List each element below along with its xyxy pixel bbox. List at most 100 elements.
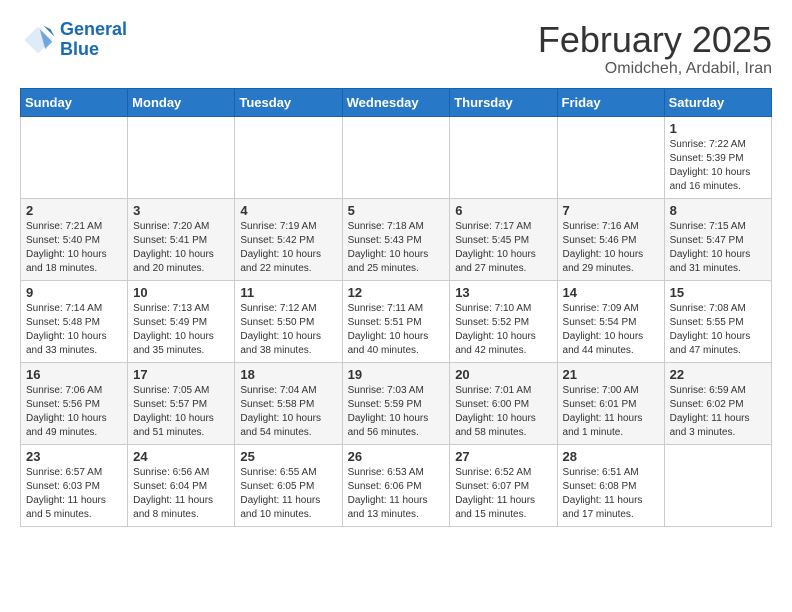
day-number: 1 [670,121,766,136]
day-number: 22 [670,367,766,382]
day-number: 27 [455,449,551,464]
day-number: 13 [455,285,551,300]
calendar-cell: 8 Sunrise: 7:15 AM Sunset: 5:47 PM Daylig… [664,198,771,280]
month-title: February 2025 [538,20,772,60]
day-number: 11 [240,285,336,300]
calendar-cell: 28 Sunrise: 6:51 AM Sunset: 6:08 PM Dayli… [557,444,664,526]
calendar-cell: 10Sunrise: 7:13 AM Sunset: 5:49 PM Dayli… [128,280,235,362]
calendar-cell: 6 Sunrise: 7:17 AM Sunset: 5:45 PM Daylig… [450,198,557,280]
day-info: Sunrise: 7:04 AM Sunset: 5:58 PM Dayligh… [240,384,336,440]
calendar-cell: 18 Sunrise: 7:04 AM Sunset: 5:58 PM Dayli… [235,362,342,444]
calendar-cell: 3 Sunrise: 7:20 AM Sunset: 5:41 PM Daylig… [128,198,235,280]
day-info: Sunrise: 6:59 AM Sunset: 6:02 PM Dayligh… [670,384,766,440]
calendar-cell [342,116,450,198]
day-number: 14 [563,285,659,300]
calendar-cell: 9Sunrise: 7:14 AM Sunset: 5:48 PM Daylig… [21,280,128,362]
day-info: Sunrise: 6:56 AM Sunset: 6:04 PM Dayligh… [133,466,229,522]
day-number: 7 [563,203,659,218]
day-number: 17 [133,367,229,382]
calendar-cell [128,116,235,198]
calendar-cell: 26 Sunrise: 6:53 AM Sunset: 6:06 PM Dayli… [342,444,450,526]
day-number: 20 [455,367,551,382]
day-info: Sunrise: 7:11 AM Sunset: 5:51 PM Dayligh… [348,302,445,358]
day-number: 10 [133,285,229,300]
calendar-week-row: 16 Sunrise: 7:06 AM Sunset: 5:56 PM Dayli… [21,362,772,444]
calendar-cell: 20Sunrise: 7:01 AM Sunset: 6:00 PM Dayli… [450,362,557,444]
calendar-cell: 15Sunrise: 7:08 AM Sunset: 5:55 PM Dayli… [664,280,771,362]
calendar-cell: 25Sunrise: 6:55 AM Sunset: 6:05 PM Dayli… [235,444,342,526]
day-of-week-header: Thursday [450,88,557,116]
day-number: 15 [670,285,766,300]
day-info: Sunrise: 6:57 AM Sunset: 6:03 PM Dayligh… [26,466,122,522]
day-number: 5 [348,203,445,218]
day-info: Sunrise: 7:03 AM Sunset: 5:59 PM Dayligh… [348,384,445,440]
day-info: Sunrise: 6:52 AM Sunset: 6:07 PM Dayligh… [455,466,551,522]
calendar-week-row: 2 Sunrise: 7:21 AM Sunset: 5:40 PM Daylig… [21,198,772,280]
day-info: Sunrise: 7:10 AM Sunset: 5:52 PM Dayligh… [455,302,551,358]
calendar-cell [450,116,557,198]
calendar-cell: 23 Sunrise: 6:57 AM Sunset: 6:03 PM Dayli… [21,444,128,526]
calendar-cell: 16 Sunrise: 7:06 AM Sunset: 5:56 PM Dayli… [21,362,128,444]
calendar-cell: 1 Sunrise: 7:22 AM Sunset: 5:39 PM Daylig… [664,116,771,198]
calendar-cell: 11 Sunrise: 7:12 AM Sunset: 5:50 PM Dayli… [235,280,342,362]
calendar-cell: 19 Sunrise: 7:03 AM Sunset: 5:59 PM Dayli… [342,362,450,444]
day-info: Sunrise: 7:15 AM Sunset: 5:47 PM Dayligh… [670,220,766,276]
calendar-cell: 7 Sunrise: 7:16 AM Sunset: 5:46 PM Daylig… [557,198,664,280]
day-info: Sunrise: 6:55 AM Sunset: 6:05 PM Dayligh… [240,466,336,522]
day-number: 23 [26,449,122,464]
logo-icon [20,22,56,58]
day-of-week-header: Tuesday [235,88,342,116]
day-of-week-header: Wednesday [342,88,450,116]
day-info: Sunrise: 7:06 AM Sunset: 5:56 PM Dayligh… [26,384,122,440]
day-info: Sunrise: 7:16 AM Sunset: 5:46 PM Dayligh… [563,220,659,276]
calendar-week-row: 1 Sunrise: 7:22 AM Sunset: 5:39 PM Daylig… [21,116,772,198]
day-number: 2 [26,203,122,218]
day-number: 18 [240,367,336,382]
day-number: 28 [563,449,659,464]
calendar-cell: 17 Sunrise: 7:05 AM Sunset: 5:57 PM Dayli… [128,362,235,444]
calendar-cell: 12 Sunrise: 7:11 AM Sunset: 5:51 PM Dayli… [342,280,450,362]
calendar-cell: 2 Sunrise: 7:21 AM Sunset: 5:40 PM Daylig… [21,198,128,280]
calendar-week-row: 9Sunrise: 7:14 AM Sunset: 5:48 PM Daylig… [21,280,772,362]
day-info: Sunrise: 7:05 AM Sunset: 5:57 PM Dayligh… [133,384,229,440]
day-number: 8 [670,203,766,218]
calendar-cell: 27 Sunrise: 6:52 AM Sunset: 6:07 PM Dayli… [450,444,557,526]
calendar-cell: 14 Sunrise: 7:09 AM Sunset: 5:54 PM Dayli… [557,280,664,362]
calendar-cell: 22 Sunrise: 6:59 AM Sunset: 6:02 PM Dayli… [664,362,771,444]
calendar-cell [21,116,128,198]
logo-text: General Blue [60,20,127,60]
day-info: Sunrise: 7:21 AM Sunset: 5:40 PM Dayligh… [26,220,122,276]
day-of-week-header: Monday [128,88,235,116]
calendar-table: SundayMondayTuesdayWednesdayThursdayFrid… [20,88,772,527]
day-number: 3 [133,203,229,218]
day-info: Sunrise: 7:22 AM Sunset: 5:39 PM Dayligh… [670,138,766,194]
day-number: 6 [455,203,551,218]
day-number: 4 [240,203,336,218]
day-info: Sunrise: 6:53 AM Sunset: 6:06 PM Dayligh… [348,466,445,522]
calendar-cell: 21Sunrise: 7:00 AM Sunset: 6:01 PM Dayli… [557,362,664,444]
day-info: Sunrise: 7:14 AM Sunset: 5:48 PM Dayligh… [26,302,122,358]
location-subtitle: Omidcheh, Ardabil, Iran [538,60,772,78]
day-number: 21 [563,367,659,382]
calendar-week-row: 23 Sunrise: 6:57 AM Sunset: 6:03 PM Dayli… [21,444,772,526]
day-info: Sunrise: 7:12 AM Sunset: 5:50 PM Dayligh… [240,302,336,358]
day-info: Sunrise: 7:20 AM Sunset: 5:41 PM Dayligh… [133,220,229,276]
day-info: Sunrise: 7:17 AM Sunset: 5:45 PM Dayligh… [455,220,551,276]
day-info: Sunrise: 7:19 AM Sunset: 5:42 PM Dayligh… [240,220,336,276]
day-info: Sunrise: 7:18 AM Sunset: 5:43 PM Dayligh… [348,220,445,276]
day-number: 16 [26,367,122,382]
calendar-cell: 13 Sunrise: 7:10 AM Sunset: 5:52 PM Dayli… [450,280,557,362]
day-number: 24 [133,449,229,464]
day-number: 12 [348,285,445,300]
day-info: Sunrise: 6:51 AM Sunset: 6:08 PM Dayligh… [563,466,659,522]
calendar-cell [235,116,342,198]
calendar-cell [557,116,664,198]
day-number: 19 [348,367,445,382]
day-number: 26 [348,449,445,464]
calendar-cell: 5 Sunrise: 7:18 AM Sunset: 5:43 PM Daylig… [342,198,450,280]
day-of-week-header: Sunday [21,88,128,116]
page-header: General Blue February 2025 Omidcheh, Ard… [20,20,772,78]
calendar-cell: 24 Sunrise: 6:56 AM Sunset: 6:04 PM Dayli… [128,444,235,526]
day-info: Sunrise: 7:09 AM Sunset: 5:54 PM Dayligh… [563,302,659,358]
calendar-header-row: SundayMondayTuesdayWednesdayThursdayFrid… [21,88,772,116]
